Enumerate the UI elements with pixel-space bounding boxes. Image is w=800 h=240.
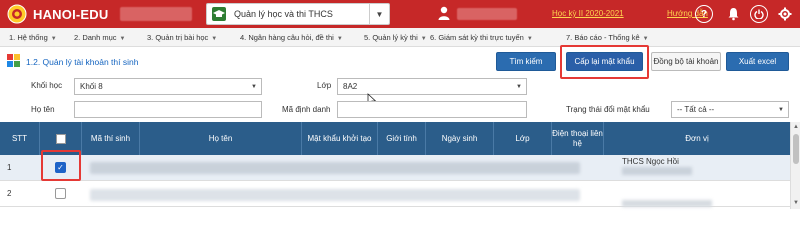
- chevron-down-icon: ▼: [251, 83, 257, 90]
- bell-icon[interactable]: [724, 5, 742, 23]
- menu-item-quan-tri-bai-hoc[interactable]: 3. Quản trị bài học ▼: [147, 33, 217, 42]
- grade-select[interactable]: Khối 8 ▼: [74, 78, 262, 95]
- chevron-down-icon: ▼: [516, 83, 522, 90]
- vertical-scrollbar[interactable]: ▲ ▼: [790, 122, 800, 209]
- class-label: Lớp: [317, 81, 332, 90]
- scroll-up-icon[interactable]: ▲: [792, 123, 800, 131]
- password-status-value: -- Tất cả --: [677, 105, 715, 114]
- row-number: 2: [7, 189, 12, 198]
- brand-name[interactable]: HANOI-EDU: [33, 7, 108, 22]
- column-header-birthdate[interactable]: Ngày sinh: [426, 122, 494, 155]
- menu-item-bao-cao-thong-ke[interactable]: 7. Báo cáo - Thống kê ▼: [566, 33, 649, 42]
- user-icon: [438, 6, 450, 20]
- column-header-gender[interactable]: Giới tính: [378, 122, 426, 155]
- graduation-cap-icon: [212, 7, 226, 21]
- menu-item-he-thong[interactable]: 1. Hệ thống ▼: [9, 33, 57, 42]
- column-header-stt[interactable]: STT: [0, 122, 40, 155]
- column-header-name[interactable]: Họ tên: [140, 122, 302, 155]
- chevron-down-icon: ▼: [50, 36, 57, 42]
- grade-select-value: Khối 8: [80, 82, 103, 91]
- row-checkbox[interactable]: [55, 188, 66, 199]
- top-bar: HANOI-EDU Quản lý học và thi THCS ▼ Học …: [0, 0, 800, 28]
- chevron-down-icon: ▼: [778, 106, 784, 113]
- chevron-down-icon: ▼: [420, 36, 427, 42]
- scroll-down-icon[interactable]: ▼: [792, 199, 800, 207]
- select-all-checkbox[interactable]: [56, 134, 66, 144]
- column-header-phone[interactable]: Điện thoại liên hệ: [552, 122, 604, 155]
- search-button[interactable]: Tìm kiếm: [496, 52, 556, 71]
- name-label: Họ tên: [31, 105, 55, 114]
- highlight-row-checkbox: [41, 150, 81, 181]
- help-icon[interactable]: ?: [695, 5, 713, 23]
- gear-icon[interactable]: [776, 5, 794, 23]
- scrollbar-thumb[interactable]: [793, 134, 799, 164]
- chevron-down-icon[interactable]: ▼: [369, 4, 389, 24]
- redacted-unit-detail: [622, 200, 712, 207]
- grade-label: Khối học: [31, 81, 63, 90]
- id-label: Mã định danh: [282, 105, 331, 114]
- school-logo-icon[interactable]: [6, 4, 28, 24]
- class-select-value: 8A2: [343, 82, 358, 91]
- apps-grid-icon: [7, 54, 20, 67]
- column-header-student-id[interactable]: Mã thí sinh: [82, 122, 140, 155]
- module-select-value: Quản lý học và thi THCS: [234, 9, 333, 19]
- power-icon[interactable]: [750, 5, 768, 23]
- unit-cell: THCS Ngọc Hồi: [622, 157, 679, 166]
- export-excel-button[interactable]: Xuất excel: [726, 52, 789, 71]
- table-header: STT Mã thí sinh Họ tên Mật khẩu khởi tạo…: [0, 122, 790, 155]
- name-input[interactable]: [74, 101, 262, 118]
- main-menu: 1. Hệ thống ▼ 2. Danh mục ▼ 3. Quản trị bà…: [0, 28, 800, 47]
- chevron-down-icon: ▼: [526, 36, 533, 42]
- page-title: 1.2. Quản lý tài khoản thí sinh: [26, 57, 139, 67]
- semester-link[interactable]: Học kỳ II 2020-2021: [552, 9, 624, 18]
- column-header-class[interactable]: Lớp: [494, 122, 552, 155]
- sync-account-button[interactable]: Đồng bộ tài khoản: [651, 52, 721, 71]
- redacted-row-data: [90, 189, 580, 201]
- menu-item-ngan-hang-cau-hoi[interactable]: 4. Ngân hàng câu hỏi, đề thi ▼: [240, 33, 343, 42]
- chevron-down-icon: ▼: [211, 36, 218, 42]
- redacted-unit-detail: [622, 167, 692, 175]
- row-number: 1: [7, 163, 12, 172]
- redacted-username: [457, 8, 517, 20]
- password-status-label: Trạng thái đổi mật khẩu: [566, 105, 650, 114]
- password-status-select[interactable]: -- Tất cả -- ▼: [671, 101, 789, 118]
- column-header-initial-password[interactable]: Mật khẩu khởi tạo: [302, 122, 378, 155]
- module-select[interactable]: Quản lý học và thi THCS ▼: [206, 3, 390, 25]
- redacted-row-data: [90, 162, 580, 174]
- highlight-reset-password: [560, 45, 649, 79]
- class-select[interactable]: 8A2 ▼: [337, 78, 527, 95]
- menu-item-giam-sat-ky-thi[interactable]: 6. Giám sát kỳ thi trực tuyến ▼: [430, 33, 533, 42]
- chevron-down-icon: ▼: [119, 36, 126, 42]
- column-header-unit[interactable]: Đơn vị: [604, 122, 790, 155]
- chevron-down-icon: ▼: [642, 36, 649, 42]
- redacted-area: [120, 7, 192, 21]
- chevron-down-icon: ▼: [336, 36, 343, 42]
- id-input[interactable]: [337, 101, 527, 118]
- menu-item-quan-ly-ky-thi[interactable]: 5. Quản lý kỳ thi ▼: [364, 33, 427, 42]
- menu-item-danh-muc[interactable]: 2. Danh mục ▼: [74, 33, 125, 42]
